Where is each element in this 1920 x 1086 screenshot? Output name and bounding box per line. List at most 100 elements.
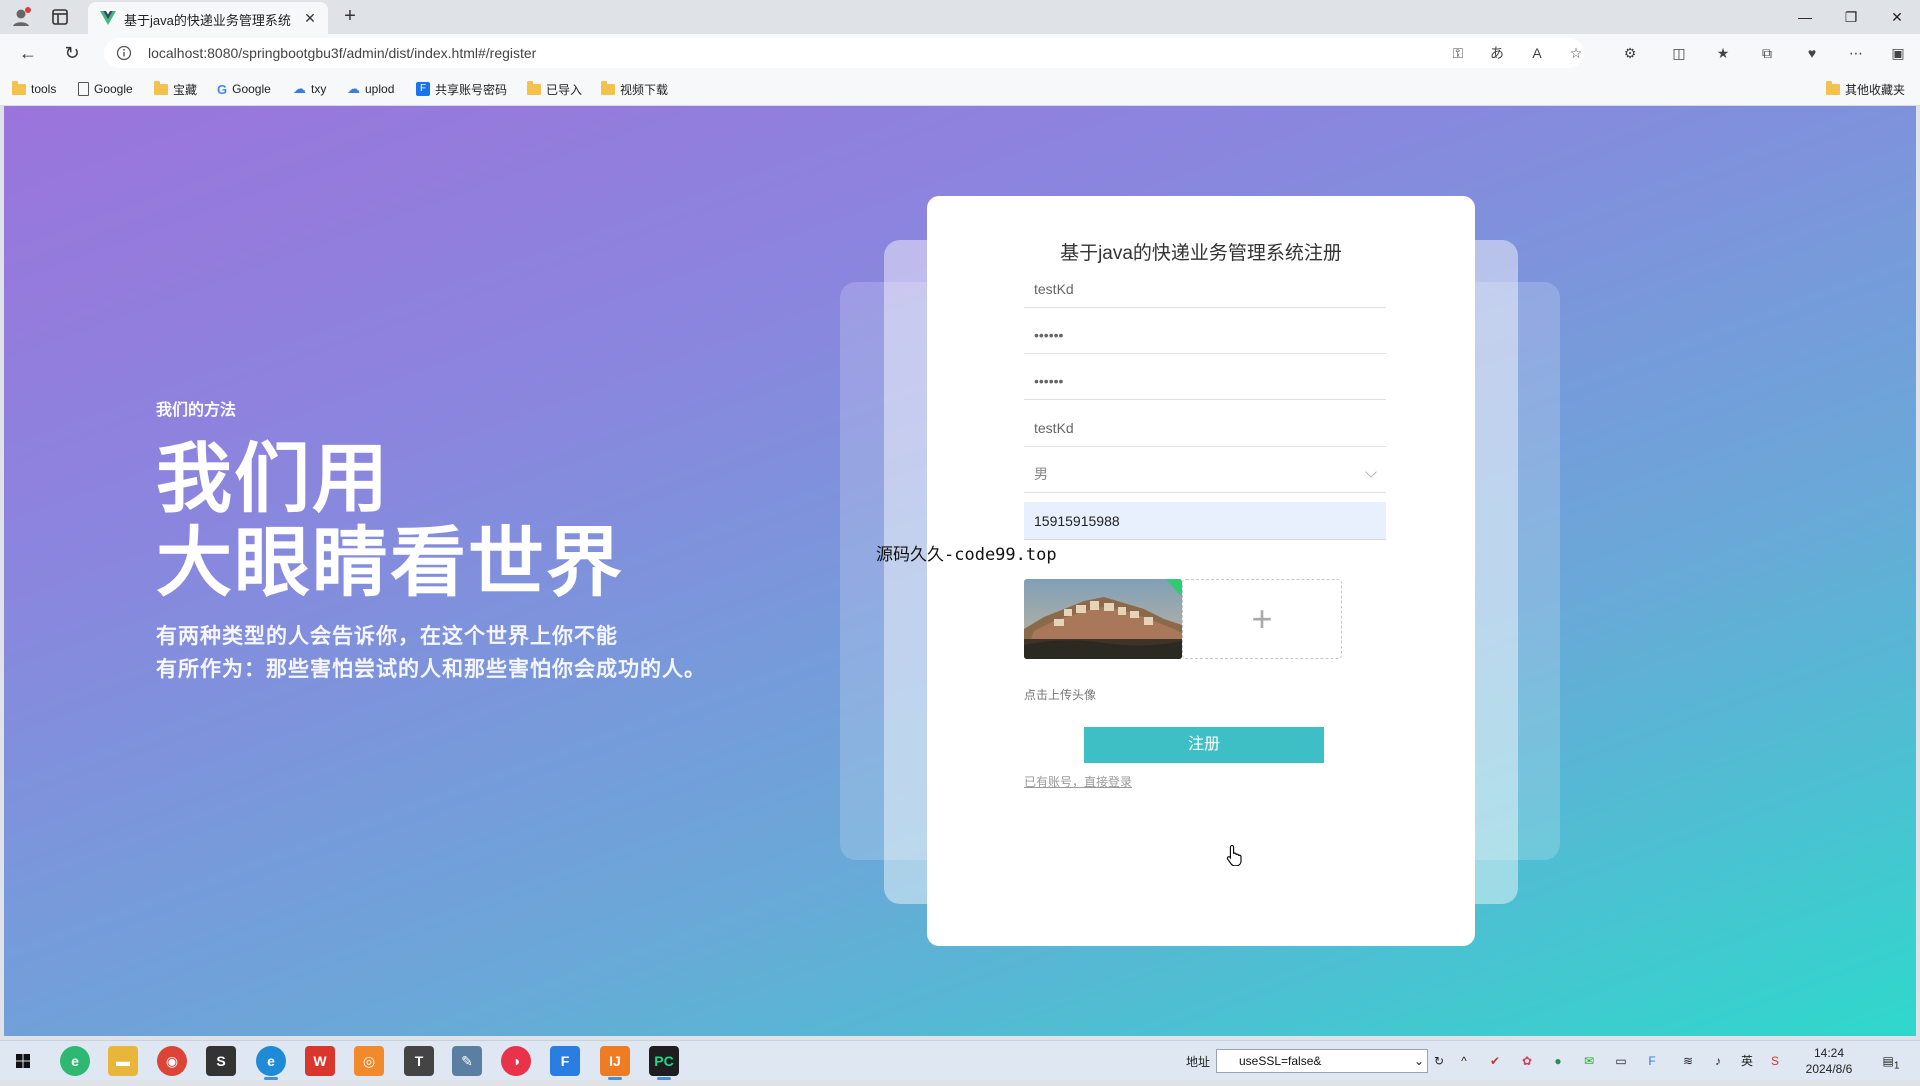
- dropdown-icon[interactable]: ⌄: [1410, 1052, 1428, 1070]
- new-tab-button[interactable]: +: [338, 5, 362, 29]
- register-card: 基于java的快递业务管理系统注册 •••••• •••••• 男 159159…: [927, 196, 1475, 946]
- active-tab[interactable]: 基于java的快递业务管理系统 ✕: [88, 2, 328, 34]
- bookmark-tools[interactable]: tools: [12, 80, 56, 98]
- favorites-icon[interactable]: ★: [1713, 43, 1733, 63]
- page-icon: [78, 82, 89, 96]
- bookmark-google-page[interactable]: Google: [78, 80, 133, 98]
- confirm-password-input[interactable]: ••••••: [1024, 362, 1386, 399]
- bookmark-uplod[interactable]: ☁ uplod: [347, 80, 394, 98]
- watermark-text: 源码久久-code99.top: [876, 545, 1057, 565]
- confirm-password-field[interactable]: ••••••: [1024, 362, 1386, 400]
- favorite-star-icon[interactable]: ☆: [1566, 43, 1586, 63]
- password-field[interactable]: ••••••: [1024, 316, 1386, 354]
- wps-icon[interactable]: W: [305, 1046, 335, 1076]
- browser-essentials-icon[interactable]: ♥: [1802, 43, 1822, 63]
- hero-desc-line1: 有两种类型的人会告诉你，在这个世界上你不能: [156, 625, 618, 648]
- app-orange-icon[interactable]: ◎: [354, 1046, 384, 1076]
- notification-count: 1: [1893, 1060, 1900, 1072]
- windows-start-icon[interactable]: [8, 1046, 38, 1076]
- go-icon[interactable]: ↻: [1430, 1052, 1448, 1070]
- folder-icon: [12, 80, 26, 95]
- phone-input[interactable]: 15915915988: [1024, 502, 1386, 539]
- ime-indicator[interactable]: 英: [1738, 1052, 1756, 1070]
- register-button[interactable]: 注册: [1084, 727, 1324, 763]
- username-input[interactable]: [1024, 270, 1386, 307]
- bookmark-txy[interactable]: ☁ txy: [293, 80, 326, 98]
- feishu-app-icon[interactable]: F: [550, 1046, 580, 1076]
- bookmark-imported[interactable]: 已导入: [527, 80, 582, 98]
- info-icon[interactable]: [116, 45, 132, 61]
- hand-cursor-icon: [1226, 844, 1244, 867]
- hero-eyebrow: 我们的方法: [156, 402, 237, 419]
- password-input[interactable]: ••••••: [1024, 316, 1386, 353]
- folder-icon: [154, 80, 168, 95]
- upload-hint: 点击上传头像: [1024, 688, 1097, 702]
- split-screen-icon[interactable]: ◫: [1669, 43, 1689, 63]
- avatar-preview-image[interactable]: [1024, 579, 1182, 659]
- taskbar-address-label: 地址: [1186, 1055, 1211, 1069]
- translate-icon[interactable]: あ: [1487, 43, 1507, 63]
- edge-icon[interactable]: e: [256, 1046, 286, 1080]
- hero-headline: 我们用 大眼睛看世界: [156, 438, 706, 606]
- notification-center-icon[interactable]: ▤1: [1878, 1052, 1904, 1072]
- bookmarks-bar: tools Google 宝藏 G Google ☁ txy ☁ uplod F 共享账…: [0, 72, 1920, 106]
- username-field[interactable]: [1024, 270, 1386, 308]
- bookmark-shared-accounts[interactable]: F 共享账号密码: [416, 80, 507, 98]
- name-input[interactable]: [1024, 409, 1386, 446]
- avatar-upload-button[interactable]: +: [1182, 579, 1342, 659]
- url-text: localhost:8080/springbootgbu3f/admin/dis…: [148, 45, 537, 61]
- tab-actions-icon[interactable]: [50, 7, 70, 27]
- taskbar-address-input[interactable]: useSSL=false&: [1216, 1049, 1428, 1073]
- refresh-button[interactable]: ↻: [60, 41, 84, 65]
- chrome-icon[interactable]: ◉: [157, 1046, 187, 1076]
- folder-icon: [527, 80, 541, 95]
- clock-time: 14:24: [1813, 1046, 1845, 1060]
- profile-icon[interactable]: [10, 6, 32, 28]
- bookmark-google[interactable]: G Google: [217, 80, 271, 98]
- wechat-icon[interactable]: ✉: [1580, 1052, 1598, 1070]
- sublime-icon[interactable]: S: [206, 1046, 236, 1076]
- name-field[interactable]: [1024, 409, 1386, 447]
- notes-icon[interactable]: ✎: [452, 1046, 482, 1076]
- collections-icon[interactable]: ⧉: [1757, 43, 1777, 63]
- battery-icon[interactable]: ▭: [1612, 1052, 1630, 1070]
- sidebar-toggle-icon[interactable]: ▣: [1888, 43, 1908, 63]
- hero-headline-line1: 我们用: [156, 437, 390, 522]
- tray-app-red-icon[interactable]: ✔: [1486, 1052, 1504, 1070]
- bookmark-video-download[interactable]: 视频下载: [601, 80, 668, 98]
- browser-360-icon[interactable]: e: [60, 1046, 90, 1076]
- password-key-icon[interactable]: ⚿: [1448, 43, 1468, 63]
- more-menu-icon[interactable]: ⋯: [1846, 43, 1866, 63]
- typora-icon[interactable]: T: [404, 1046, 434, 1076]
- phone-field[interactable]: 15915915988: [1024, 502, 1386, 540]
- volume-icon[interactable]: ♪: [1709, 1052, 1727, 1070]
- tray-app-green-icon[interactable]: ●: [1549, 1052, 1567, 1070]
- tab-close-icon[interactable]: ✕: [300, 8, 320, 28]
- tray-app-pink-icon[interactable]: ✿: [1518, 1052, 1536, 1070]
- gender-value: 男: [1034, 466, 1048, 482]
- back-button[interactable]: ←: [16, 41, 40, 65]
- url-bar[interactable]: localhost:8080/springbootgbu3f/admin/dis…: [104, 38, 1584, 68]
- tray-expand-icon[interactable]: ^: [1455, 1052, 1473, 1070]
- sogou-ime-icon[interactable]: S: [1766, 1052, 1784, 1070]
- taskbar-clock[interactable]: 14:24 2024/8/6: [1796, 1045, 1862, 1077]
- read-aloud-icon[interactable]: A: [1527, 43, 1547, 63]
- wifi-icon[interactable]: ≋: [1679, 1052, 1697, 1070]
- tray-feishu-icon[interactable]: F: [1643, 1052, 1661, 1070]
- gender-select[interactable]: 男: [1024, 455, 1386, 493]
- cloud-icon: ☁: [347, 81, 360, 96]
- bookmark-baozang[interactable]: 宝藏: [154, 80, 197, 98]
- extensions-icon[interactable]: ⚙: [1620, 43, 1640, 63]
- login-link[interactable]: 已有账号，直接登录: [1024, 773, 1132, 790]
- page-viewport: 我们的方法 我们用 大眼睛看世界 有两种类型的人会告诉你，在这个世界上你不能 有…: [4, 106, 1916, 1036]
- close-window-button[interactable]: ✕: [1874, 0, 1920, 34]
- pycharm-icon[interactable]: PC: [649, 1046, 679, 1080]
- browser-tabbar: 基于java的快递业务管理系统 ✕ + — ❐ ✕: [0, 0, 1920, 34]
- restore-button[interactable]: ❐: [1828, 0, 1874, 34]
- folder-icon: [1826, 80, 1840, 95]
- netease-music-icon[interactable]: ◑: [501, 1046, 531, 1076]
- bookmark-other-favorites[interactable]: 其他收藏夹: [1826, 80, 1905, 98]
- minimize-button[interactable]: —: [1782, 0, 1828, 34]
- intellij-icon[interactable]: IJ: [600, 1046, 630, 1080]
- file-explorer-icon[interactable]: ▬: [108, 1046, 138, 1076]
